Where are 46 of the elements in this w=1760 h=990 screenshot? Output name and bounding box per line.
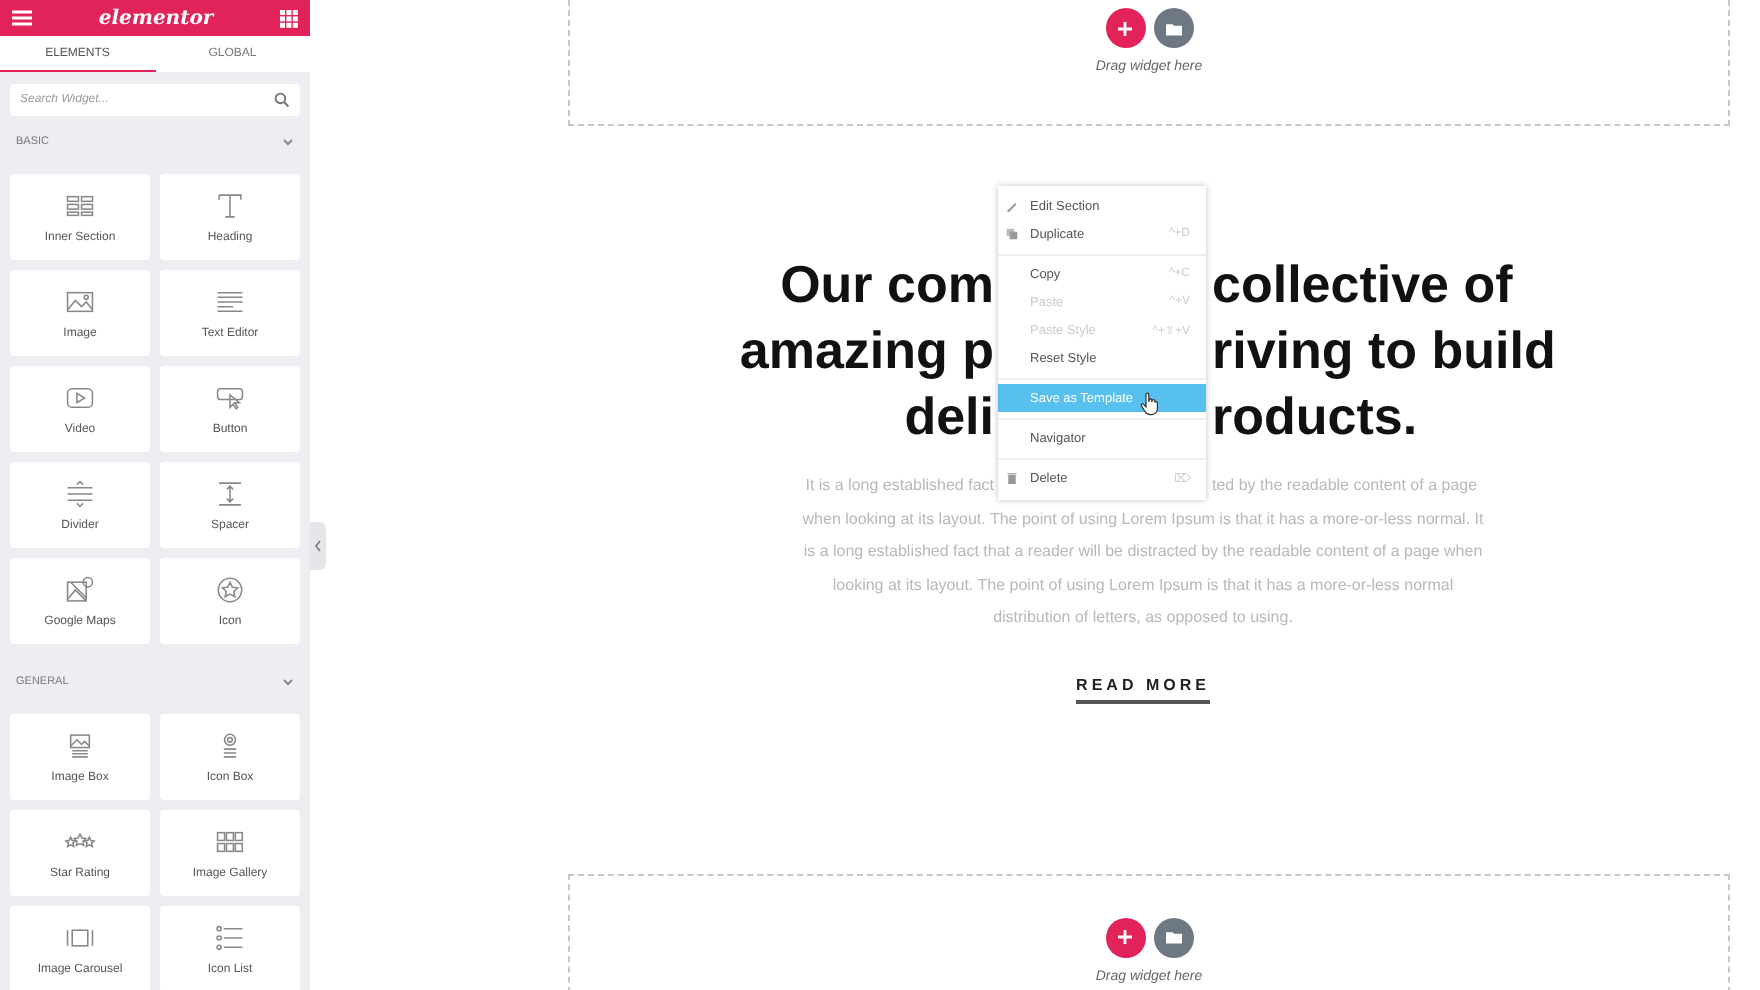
- heading-text: riving to build: [1212, 318, 1556, 384]
- body-text: It is a long established fact: [805, 474, 994, 498]
- play-icon: [64, 383, 96, 411]
- body-text: distribution of letters, as opposed to using.: [991, 606, 1295, 630]
- template-button[interactable]: [1153, 917, 1193, 957]
- divider-icon: [64, 479, 96, 507]
- plus-icon: [1118, 930, 1132, 944]
- map-icon: [64, 575, 96, 603]
- heading-text: Our com: [780, 252, 994, 318]
- menu-icon[interactable]: [12, 10, 32, 26]
- spacer-icon: [214, 479, 246, 507]
- carousel-icon: [64, 923, 96, 951]
- body-text: is a long established fact that a reader will be distracted by the readable content of a page when: [801, 540, 1485, 564]
- plus-icon: [1118, 21, 1132, 35]
- pointer-icon: [214, 383, 246, 411]
- search-icon: [274, 92, 290, 108]
- heading-text: deli: [904, 384, 994, 450]
- heading-text: collective of: [1212, 252, 1513, 318]
- gallery-icon: [214, 827, 246, 855]
- copy-icon: [1006, 228, 1018, 240]
- pencil-icon: [1006, 200, 1018, 212]
- add-section-button[interactable]: [1105, 917, 1145, 957]
- chevron-icon[interactable]: [282, 676, 294, 688]
- lines-icon: [214, 287, 246, 315]
- heading-text: roducts.: [1212, 384, 1418, 450]
- star-icon: [214, 575, 246, 603]
- template-button[interactable]: [1153, 8, 1193, 48]
- collapse-handle[interactable]: [310, 522, 326, 570]
- read-more-link[interactable]: READ MORE: [1076, 675, 1210, 703]
- chevron-icon[interactable]: [282, 136, 294, 148]
- image-box-icon: [64, 731, 96, 759]
- folder-icon: [1165, 21, 1181, 35]
- trash-icon: [1006, 472, 1018, 484]
- columns-icon: [64, 191, 96, 219]
- folder-icon: [1165, 930, 1181, 944]
- list-icon: [214, 923, 246, 951]
- hand-cursor-icon: [1140, 392, 1160, 416]
- body-text: ted by the readable content of a page: [1212, 474, 1478, 498]
- body-text: when looking at its layout. The point of using Lorem Ipsum is that it has a more-or-less normal. It: [800, 507, 1486, 532]
- logo: elementor: [98, 7, 214, 29]
- image-icon: [64, 287, 96, 315]
- add-section-button[interactable]: [1105, 8, 1145, 48]
- body-text: looking at its layout. The point of using Lorem Ipsum is that it has a more-or-less normal: [830, 573, 1456, 598]
- heading-text: amazing p: [739, 318, 994, 384]
- letter-icon: [214, 191, 246, 219]
- grid-icon[interactable]: [279, 9, 298, 27]
